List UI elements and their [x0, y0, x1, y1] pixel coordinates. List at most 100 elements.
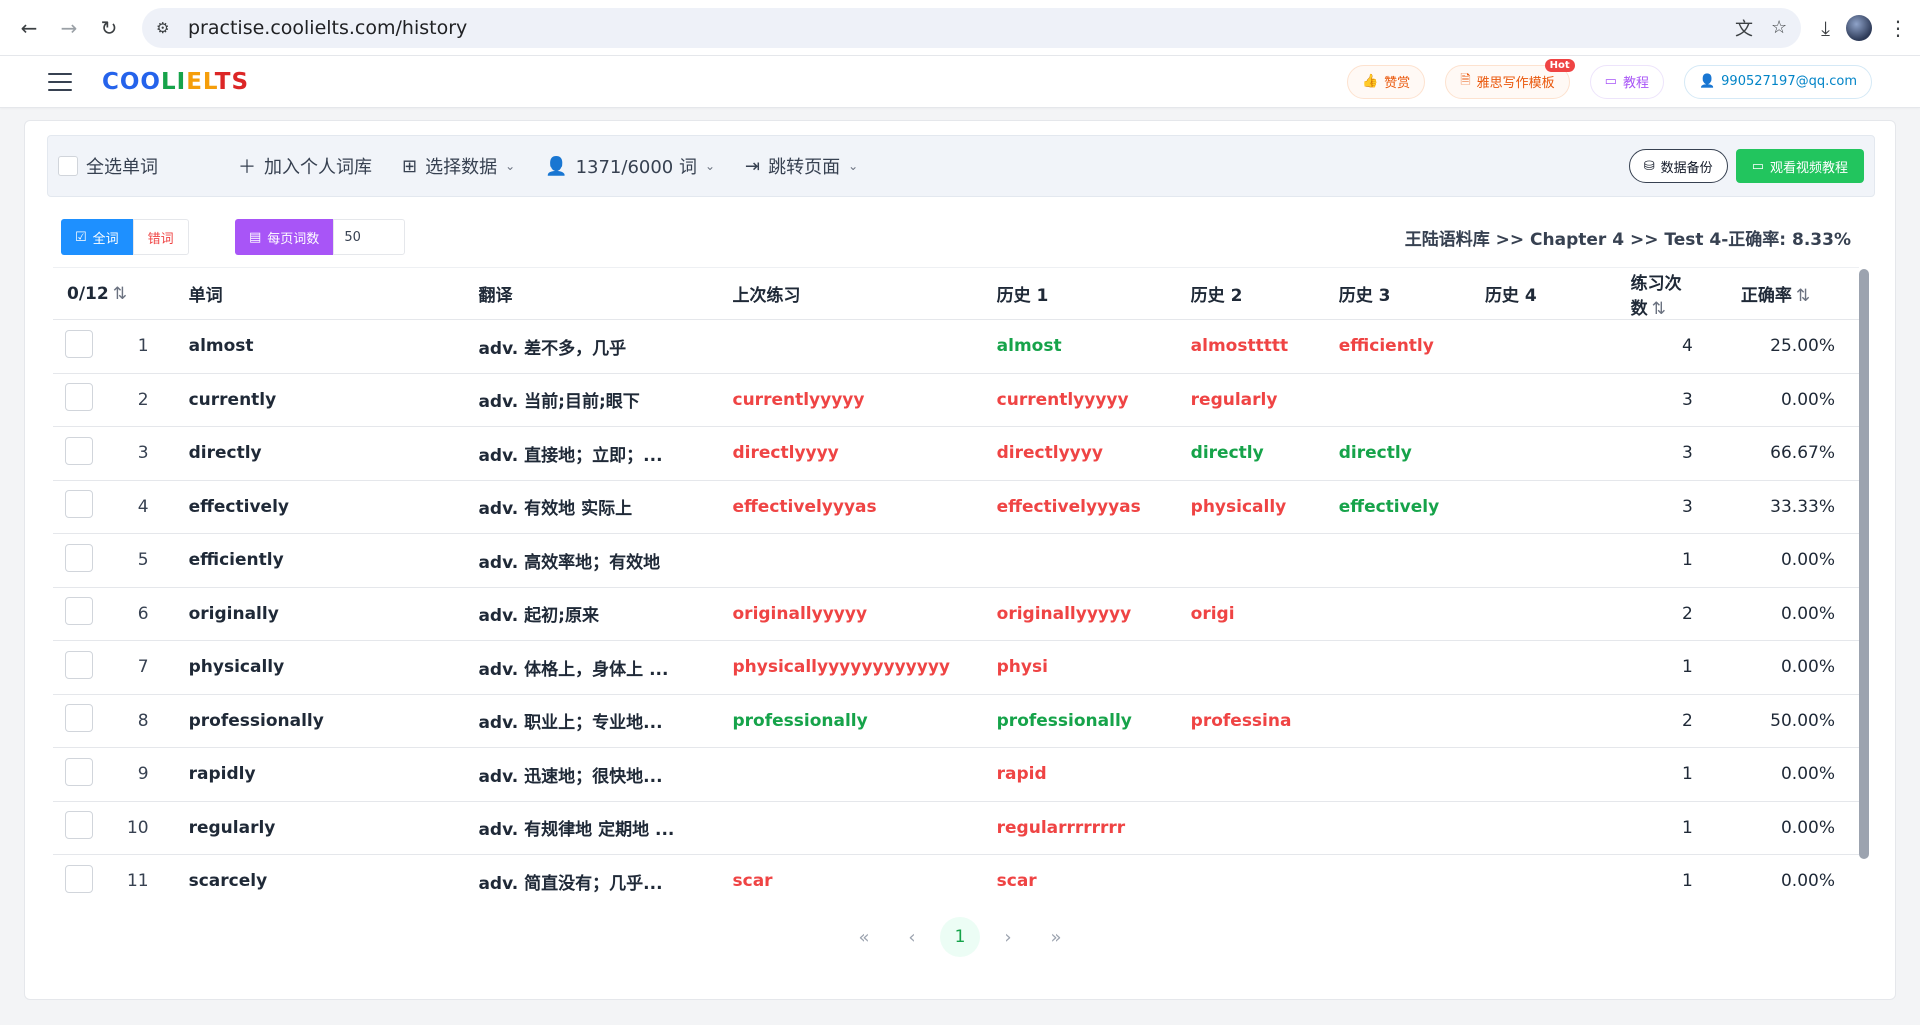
row-accuracy: 0.00% [1720, 373, 1859, 427]
video-icon: ▭ [1604, 74, 1617, 89]
translate-icon[interactable]: 文 [1735, 15, 1753, 41]
row-history-2: professina [1190, 694, 1339, 748]
sort-icon[interactable]: ⇅ [1796, 286, 1810, 306]
row-word: regularly [188, 801, 479, 855]
sort-icon[interactable]: ⇅ [1652, 299, 1666, 319]
page-1-button[interactable]: 1 [940, 917, 980, 957]
per-page-control: ▤ 每页词数 50 [235, 219, 406, 255]
row-number: 4 [126, 480, 189, 534]
row-history-4 [1484, 747, 1611, 802]
selected-count-header[interactable]: 0/12 ⇅ [53, 267, 127, 320]
table-row[interactable]: 9 rapidly adv. 迅速地；很快地... rapid 1 0.00% [53, 747, 1859, 802]
per-page-input[interactable]: 50 [333, 219, 406, 255]
table-row[interactable]: 1 almost adv. 差不多，几乎 almost almosttttt effici… [53, 319, 1859, 374]
row-checkbox-box[interactable] [65, 436, 93, 465]
praise-button[interactable]: 👍 赞赏 [1346, 64, 1426, 99]
address-bar[interactable]: ⚙ practise.coolielts.com/history 文 ☆ [142, 7, 1802, 48]
first-page-button[interactable]: « [844, 917, 884, 957]
row-checkbox-box[interactable] [65, 543, 93, 572]
row-checkbox-box[interactable] [65, 383, 93, 412]
logo-part: TS [214, 68, 250, 95]
row-checkbox-box[interactable] [65, 597, 93, 626]
row-checkbox-box[interactable] [65, 490, 93, 519]
tutorial-label: 教程 [1622, 76, 1649, 91]
prev-page-button[interactable]: ‹ [892, 917, 932, 957]
writing-template-button[interactable]: 🗎 雅思写作模板 Hot [1445, 58, 1575, 99]
url-text[interactable]: practise.coolielts.com/history [188, 17, 1735, 39]
row-last-practice: physicallyyyyyyyyyyyy [732, 640, 997, 695]
select-data-dropdown[interactable]: ⊞ 选择数据 ⌄ [402, 153, 515, 179]
table-row[interactable]: 5 efficiently adv. 高效率地；有效地 1 0.00% [53, 533, 1859, 588]
row-word: physically [188, 640, 479, 695]
menu-dots-icon[interactable]: ⋮ [1888, 16, 1908, 40]
all-words-tab[interactable]: ☑ 全词 [61, 219, 133, 255]
tutorial-button[interactable]: ▭ 教程 [1589, 64, 1664, 99]
database-icon: ⛁ [1643, 158, 1655, 174]
watch-video-button[interactable]: ▭ 观看视频教程 [1735, 149, 1864, 183]
row-checkbox [53, 801, 127, 855]
row-last-practice: currentlyyyyy [732, 373, 997, 427]
table-row[interactable]: 8 professionally adv. 职业上；专业地... profession… [53, 694, 1859, 748]
row-checkbox-box[interactable] [65, 757, 93, 786]
row-last-practice: originallyyyyy [732, 587, 997, 641]
row-word: efficiently [188, 533, 479, 588]
accuracy-status: 王陆语料库 >> Chapter 4 >> Test 4-正确率: 8.33% [1404, 230, 1851, 250]
data-backup-button[interactable]: ⛁ 数据备份 [1628, 149, 1728, 183]
next-page-button[interactable]: › [988, 917, 1028, 957]
reload-icon[interactable]: ↻ [92, 11, 126, 45]
row-checkbox [53, 373, 127, 427]
table-row[interactable]: 3 directly adv. 直接地；立即；... directlyyyy direc… [53, 426, 1859, 481]
row-number: 3 [126, 426, 189, 481]
row-translation: adv. 直接地；立即；... [478, 426, 733, 481]
row-history-3 [1338, 747, 1485, 802]
table-row[interactable]: 2 currently adv. 当前;目前;眼下 currentlyyyyy curr… [53, 373, 1859, 427]
account-button[interactable]: 👤 990527197@qq.com [1683, 64, 1872, 99]
word-header: 单词 [188, 267, 479, 320]
hamburger-menu-icon[interactable] [48, 72, 72, 91]
jump-page-label: 跳转页面 [768, 157, 841, 178]
logo[interactable]: COOLIELTS [102, 69, 249, 95]
last-page-button[interactable]: » [1036, 917, 1076, 957]
table-row[interactable]: 10 regularly adv. 有规律地 定期地 ... regularrrrrr… [53, 801, 1859, 855]
accuracy-header[interactable]: 正确率 ⇅ [1720, 267, 1859, 320]
forward-icon[interactable]: → [52, 11, 86, 45]
add-to-vocab-button[interactable]: ＋ 加入个人词库 [238, 153, 372, 179]
download-icon[interactable]: ⤓ [1821, 16, 1830, 40]
row-practice-count: 1 [1610, 801, 1721, 855]
row-history-3 [1338, 533, 1485, 588]
table-row[interactable]: 6 originally adv. 起初;原来 originallyyyyy origi… [53, 587, 1859, 641]
row-checkbox-box[interactable] [65, 811, 93, 840]
row-number: 5 [126, 533, 189, 588]
row-history-1: directlyyyy [996, 426, 1191, 481]
table-scrollbar[interactable] [1859, 269, 1869, 859]
row-last-practice: professionally [732, 694, 997, 748]
jump-page-dropdown[interactable]: ⇥ 跳转页面 ⌄ [745, 153, 858, 179]
row-word: almost [188, 319, 479, 374]
hot-badge: Hot [1544, 58, 1575, 72]
sort-icon[interactable]: ⇅ [113, 284, 127, 304]
bookmark-star-icon[interactable]: ☆ [1771, 17, 1787, 38]
row-checkbox-box[interactable] [65, 329, 93, 358]
site-settings-icon[interactable]: ⚙ [156, 19, 182, 37]
row-translation: adv. 有规律地 定期地 ... [478, 801, 733, 855]
row-checkbox-box[interactable] [65, 704, 93, 733]
row-translation: adv. 职业上；专业地... [478, 694, 733, 748]
browser-toolbar: ← → ↻ ⚙ practise.coolielts.com/history 文… [0, 0, 1920, 56]
back-icon[interactable]: ← [12, 11, 46, 45]
practice-count-header[interactable]: 练习次数 ⇅ [1610, 267, 1721, 320]
table-row[interactable]: 7 physically adv. 体格上，身体上 ... physicallyyyy… [53, 640, 1859, 695]
table-row[interactable]: 4 effectively adv. 有效地 实际上 effectivelyyyas e… [53, 480, 1859, 534]
select-all-words[interactable]: 全选单词 [58, 153, 158, 179]
row-history-1: effectivelyyyas [996, 480, 1191, 534]
wrong-words-tab[interactable]: 错词 [132, 219, 189, 255]
row-checkbox-box[interactable] [65, 650, 93, 679]
row-history-3 [1338, 640, 1485, 695]
profile-avatar[interactable] [1846, 14, 1872, 41]
select-data-label: 选择数据 [425, 157, 498, 178]
row-checkbox-box[interactable] [65, 864, 93, 893]
select-all-checkbox[interactable] [58, 156, 78, 176]
word-count-dropdown[interactable]: 👤 1371/6000 词 ⌄ [545, 153, 715, 179]
row-history-1: scar [996, 854, 1191, 907]
table-row[interactable]: 11 scarcely adv. 简直没有；几乎... scar scar 1 0.00% [53, 854, 1859, 907]
watch-video-label: 观看视频教程 [1769, 160, 1848, 176]
